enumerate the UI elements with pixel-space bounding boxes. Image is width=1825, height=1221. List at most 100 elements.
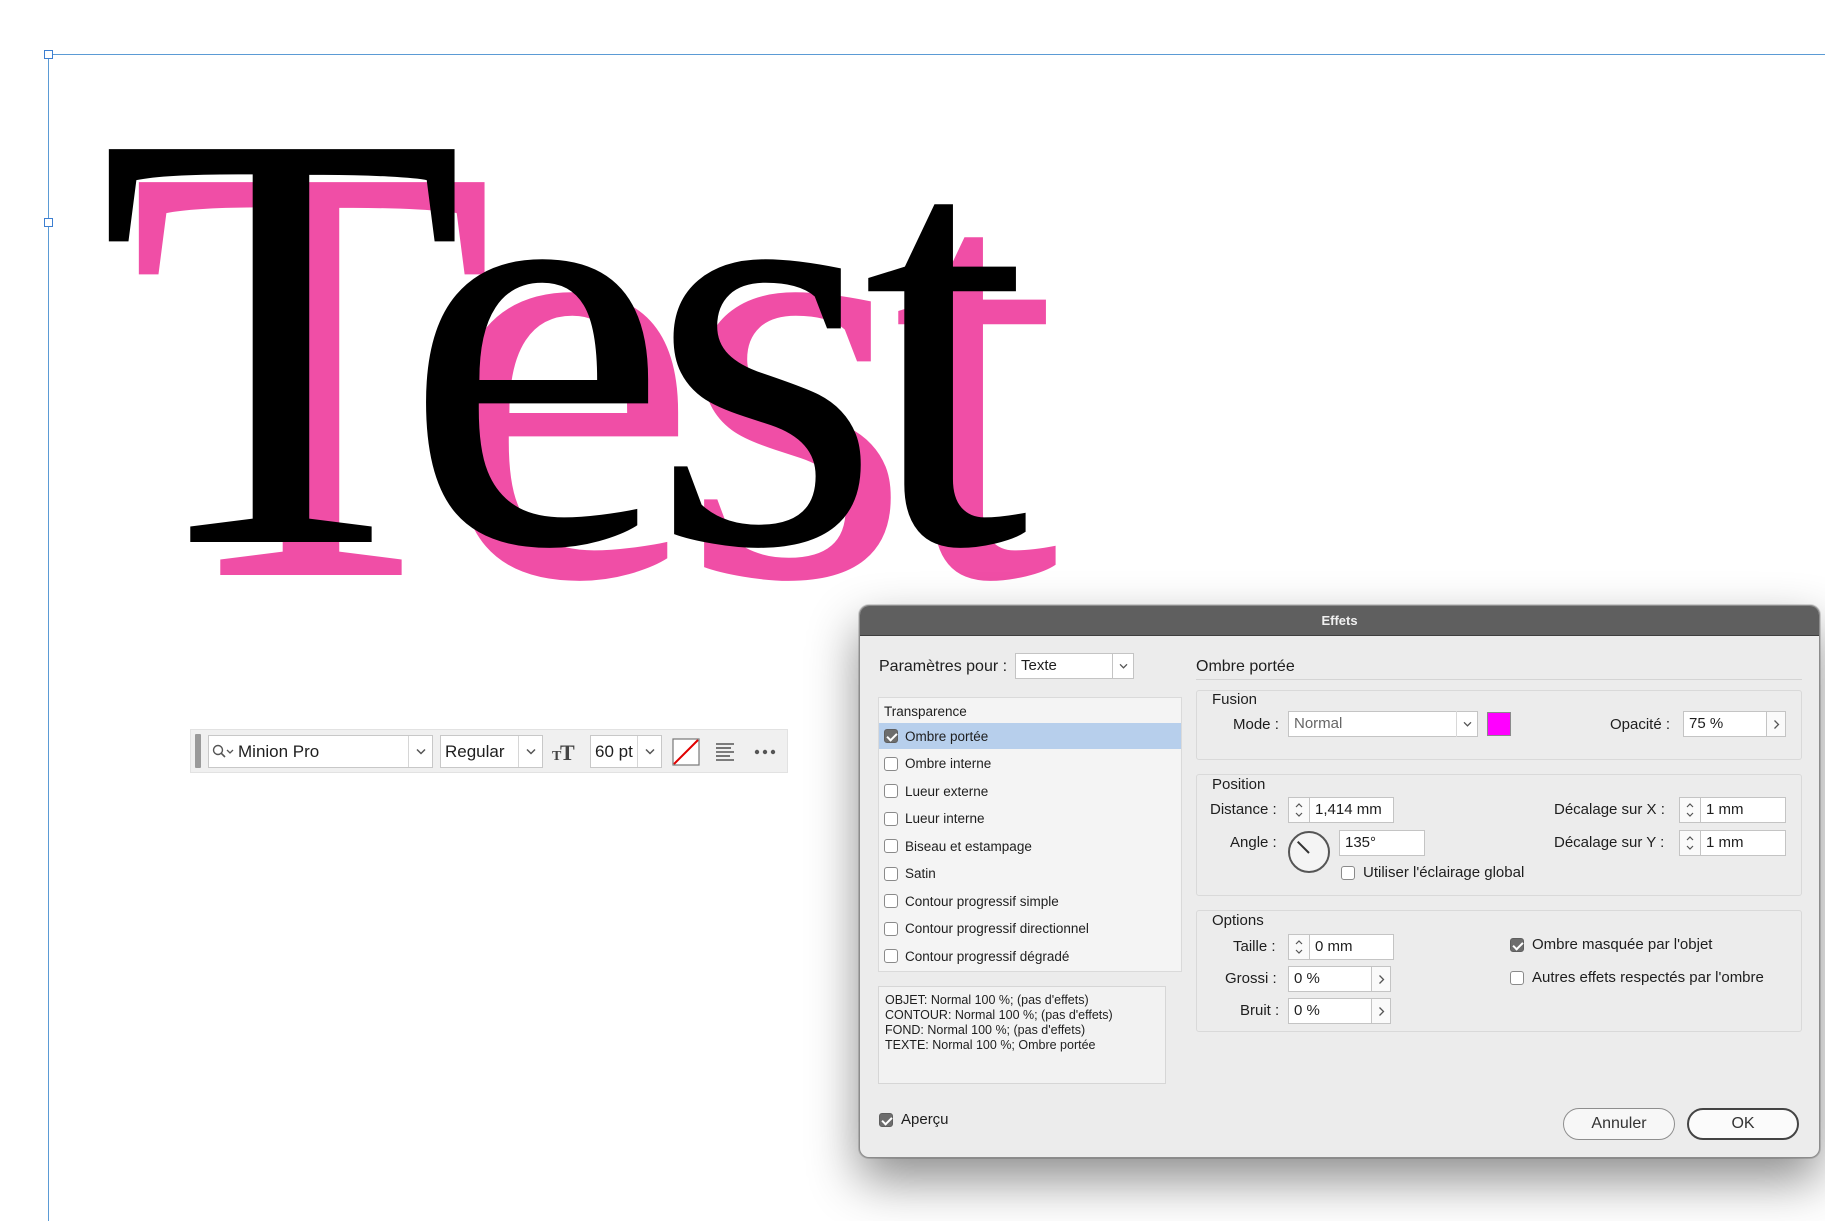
effects-list-item[interactable]: Lueur interne [879,806,1181,832]
size-value: 0 mm [1315,938,1353,955]
chevron-right-icon[interactable] [1766,711,1786,737]
size-stepper[interactable] [1288,934,1310,960]
noise-field[interactable]: 0 % [1288,998,1374,1024]
control-bar-grip-icon[interactable] [195,734,201,768]
font-size-icon: TT [547,736,579,768]
font-size-value: 60 pt [595,741,633,761]
svg-text:T: T [560,741,575,763]
noise-value: 0 % [1294,1002,1320,1019]
effects-list-item[interactable]: Contour progressif simple [879,888,1181,914]
effect-checkbox[interactable] [884,729,898,743]
preview-check[interactable] [879,1112,893,1127]
chevron-down-icon[interactable] [518,736,542,767]
honor-effects-check[interactable] [1510,970,1524,985]
chevron-down-icon[interactable] [1456,711,1478,737]
no-fill-icon[interactable] [670,736,702,768]
mode-label: Mode : [1233,716,1279,733]
offset-y-field[interactable]: 1 mm [1700,830,1786,856]
global-light-check[interactable] [1341,865,1355,880]
more-icon[interactable] [749,736,781,768]
spread-field[interactable]: 0 % [1288,966,1374,992]
offset-y-value: 1 mm [1706,834,1744,851]
summary-line: OBJET: Normal 100 %; (pas d'effets) [885,993,1089,1007]
font-family-field[interactable]: Minion Pro [208,735,433,768]
spread-value: 0 % [1294,970,1320,987]
chevron-right-icon[interactable] [1371,998,1391,1024]
effect-checkbox[interactable] [884,839,898,853]
effects-list-item[interactable]: Contour progressif dégradé [879,943,1181,969]
opacity-label: Opacité : [1610,716,1671,733]
honor-effects-checkbox[interactable]: Autres effets respectés par l'ombre [1510,969,1764,986]
shadow-color-swatch[interactable] [1487,712,1511,736]
summary-line: TEXTE: Normal 100 %; Ombre portée [885,1038,1096,1052]
ok-button[interactable]: OK [1687,1108,1799,1140]
effect-label: Contour progressif dégradé [905,948,1070,964]
effects-list-item[interactable]: Biseau et estampage [879,833,1181,859]
effects-summary: OBJET: Normal 100 %; (pas d'effets) CONT… [878,986,1166,1084]
global-light-label: Utiliser l'éclairage global [1363,864,1525,881]
offset-x-label: Décalage sur X : [1554,801,1665,818]
effect-label: Biseau et estampage [905,838,1032,854]
distance-value: 1,414 mm [1315,801,1382,818]
align-left-icon[interactable] [709,736,741,768]
angle-dial[interactable] [1288,831,1330,873]
effects-list-item[interactable]: Ombre interne [879,751,1181,777]
effect-checkbox[interactable] [884,866,898,881]
knocked-out-checkbox[interactable]: Ombre masquée par l'objet [1510,936,1712,953]
chevron-down-icon[interactable] [1112,653,1134,679]
control-bar: Minion Pro Regular TT 60 pt [190,729,788,773]
offset-x-stepper[interactable] [1679,797,1701,823]
offset-y-stepper[interactable] [1679,830,1701,856]
distance-field[interactable]: 1,414 mm [1309,797,1394,823]
document-canvas[interactable]: Test Test Minion Pro Regular TT 60 pt Ef… [0,0,1825,1221]
effect-checkbox[interactable] [884,811,898,826]
angle-field[interactable]: 135° [1339,830,1425,856]
honor-effects-label: Autres effets respectés par l'ombre [1532,969,1764,986]
effects-list-item[interactable]: Lueur externe [879,778,1181,804]
font-size-field[interactable]: 60 pt [590,735,662,768]
mode-select[interactable]: Normal [1288,711,1478,737]
selection-handle-top-left[interactable] [44,50,53,59]
dialog-title[interactable]: Effets [860,606,1819,636]
offset-x-field[interactable]: 1 mm [1700,797,1786,823]
chevron-right-icon[interactable] [1371,966,1391,992]
distance-stepper[interactable] [1288,797,1310,823]
selection-handle-left[interactable] [44,218,53,227]
cancel-button[interactable]: Annuler [1563,1108,1675,1140]
knocked-out-label: Ombre masquée par l'objet [1532,936,1713,953]
effect-checkbox[interactable] [884,949,898,963]
font-style-value: Regular [445,741,505,761]
distance-label: Distance : [1210,801,1277,818]
mode-value: Normal [1294,715,1343,732]
effect-checkbox[interactable] [884,894,898,908]
effects-list-header[interactable]: Transparence [884,704,967,719]
chevron-down-icon[interactable] [637,736,661,767]
angle-label: Angle : [1230,834,1277,851]
effect-checkbox[interactable] [884,756,898,771]
font-family-value: Minion Pro [238,741,320,761]
text-content: Test [98,7,1031,672]
effect-checkbox[interactable] [884,921,898,936]
effects-list-item[interactable]: Satin [879,861,1181,887]
effect-label: Ombre portée [905,728,989,744]
font-style-field[interactable]: Regular [440,735,543,768]
effect-checkbox[interactable] [884,784,898,798]
angle-dial-needle [1296,840,1310,854]
text-frame[interactable]: Test Test [60,7,1260,705]
effects-list-item[interactable]: Ombre portée [879,723,1181,749]
size-label: Taille : [1233,938,1276,955]
size-field[interactable]: 0 mm [1309,934,1394,960]
effects-list-item[interactable]: Contour progressif directionnel [879,916,1181,942]
noise-label: Bruit : [1240,1002,1280,1019]
text-frame-art: Test Test [98,7,1081,705]
section-divider [1196,679,1802,680]
knocked-out-check[interactable] [1510,937,1524,952]
global-light-checkbox[interactable]: Utiliser l'éclairage global [1341,864,1524,881]
search-icon[interactable] [212,744,234,760]
chevron-down-icon[interactable] [408,736,432,767]
offset-x-value: 1 mm [1706,801,1744,818]
opacity-field[interactable]: 75 % [1683,711,1769,737]
section-title: Ombre portée [1196,658,1295,675]
preview-checkbox[interactable]: Aperçu [879,1111,949,1128]
effects-dialog: Effets Paramètres pour : Texte Transpare… [859,605,1820,1158]
